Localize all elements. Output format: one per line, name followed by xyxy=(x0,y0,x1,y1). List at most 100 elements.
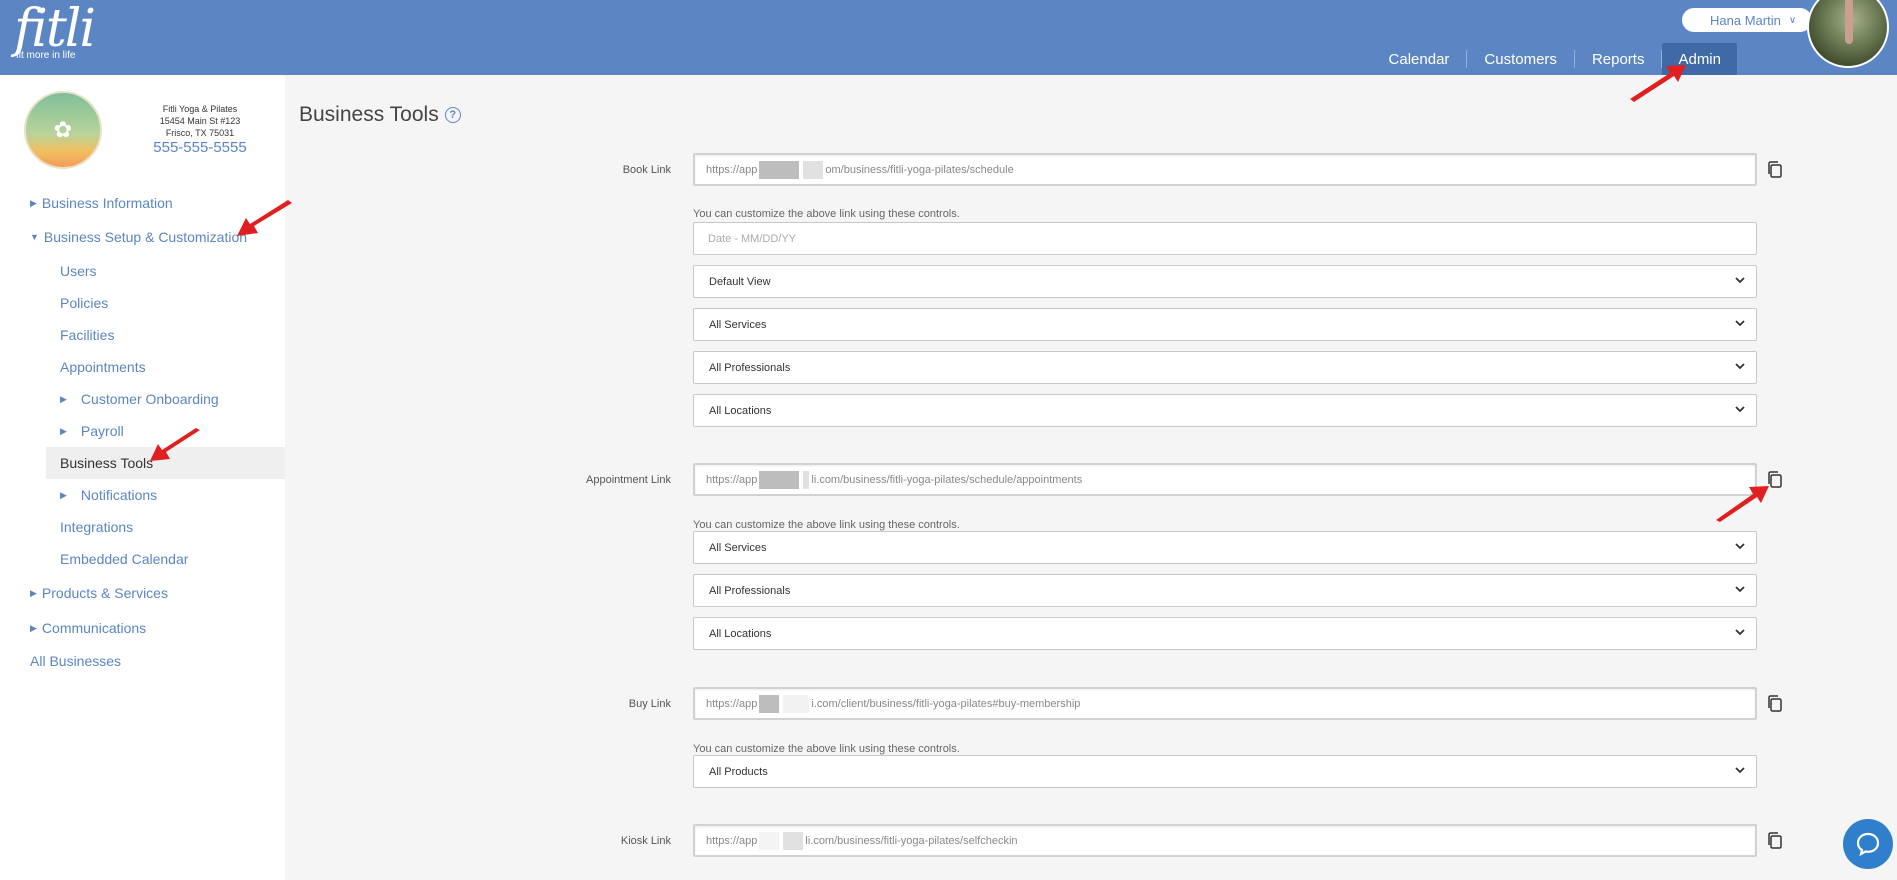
select-value: All Products xyxy=(709,765,768,778)
url-start: https://app xyxy=(706,697,758,710)
appointment-link-field[interactable]: https://app li.com/business/fitli-yoga-pi… xyxy=(693,463,1757,496)
sidebar-item-notifications[interactable]: ▶ Notifications xyxy=(0,479,285,511)
redacted-block xyxy=(803,160,824,179)
kiosk-link-field[interactable]: https://app li.com/business/fitli-yoga-pi… xyxy=(693,824,1757,857)
select-value: Default View xyxy=(709,275,771,288)
appointment-services-select[interactable]: All Services xyxy=(693,531,1757,564)
fitli-logo[interactable]: fitli fit more in life xyxy=(14,3,96,61)
sidebar-item-label: Communications xyxy=(41,620,147,636)
chevron-down-icon xyxy=(1735,586,1745,593)
buy-link-field[interactable]: https://app i.com/client/business/fitli-y… xyxy=(693,687,1757,720)
nav-calendar[interactable]: Calendar xyxy=(1372,50,1468,68)
main-content: Business Tools ? Book Link https://app om… xyxy=(285,75,1897,880)
annotation-arrow-icon xyxy=(150,428,200,461)
caret-right-icon: ▶ xyxy=(60,425,67,436)
chevron-down-icon xyxy=(1735,363,1745,370)
sidebar: ✿ Fitli Yoga & Pilates 15454 Main St #12… xyxy=(0,75,285,880)
sidebar-item-payroll[interactable]: ▶ Payroll xyxy=(0,415,285,447)
address-line2: Frisco, TX 75031 xyxy=(165,128,235,138)
chevron-down-icon xyxy=(1735,767,1745,774)
chevron-down-icon xyxy=(1735,543,1745,550)
book-view-select[interactable]: Default View xyxy=(693,265,1757,298)
copy-icon[interactable] xyxy=(1766,694,1784,714)
appointment-locations-select[interactable]: All Locations xyxy=(693,617,1757,650)
buy-link-label: Buy Link xyxy=(628,698,671,710)
appointment-professionals-select[interactable]: All Professionals xyxy=(693,574,1757,607)
url-start: https://app xyxy=(706,163,758,176)
buy-products-select[interactable]: All Products xyxy=(693,755,1757,788)
user-menu-button[interactable]: Hana Martin ∨ xyxy=(1682,8,1812,32)
sidebar-item-integrations[interactable]: Integrations xyxy=(0,511,285,543)
select-value: All Professionals xyxy=(709,584,791,597)
url-start: https://app xyxy=(706,473,758,486)
url-start: https://app xyxy=(706,834,758,847)
business-name: Fitli Yoga & Pilates xyxy=(162,104,238,114)
sidebar-item-label: Customer Onboarding xyxy=(80,391,219,407)
chat-support-button[interactable] xyxy=(1843,819,1893,869)
page-title: Business Tools ? xyxy=(299,103,461,127)
redacted-block xyxy=(759,470,800,489)
book-link-field[interactable]: https://app om/business/fitli-yoga-pilate… xyxy=(693,153,1757,186)
book-link-hint: You can customize the above link using t… xyxy=(693,208,960,220)
nav-customers[interactable]: Customers xyxy=(1467,50,1575,68)
redacted-block xyxy=(759,694,780,713)
business-address: Fitli Yoga & Pilates 15454 Main St #123 … xyxy=(130,103,270,139)
book-locations-select[interactable]: All Locations xyxy=(693,394,1757,427)
sidebar-item-all-businesses[interactable]: All Businesses xyxy=(0,645,285,677)
select-value: All Professionals xyxy=(709,361,791,374)
annotation-arrow-icon xyxy=(1716,486,1769,522)
sidebar-item-policies[interactable]: Policies xyxy=(0,287,285,319)
sidebar-menu: ▶ Business Information ▼ Business Setup & … xyxy=(0,187,285,677)
annotation-arrow-icon xyxy=(237,200,292,236)
sidebar-item-embedded-calendar[interactable]: Embedded Calendar xyxy=(0,543,285,575)
caret-right-icon: ▶ xyxy=(60,393,67,404)
caret-right-icon: ▶ xyxy=(30,587,37,598)
buy-link-hint: You can customize the above link using t… xyxy=(693,743,960,755)
select-value: All Locations xyxy=(709,627,772,640)
help-icon[interactable]: ? xyxy=(444,107,461,123)
sidebar-item-products-services[interactable]: ▶ Products & Services xyxy=(0,575,285,611)
caret-down-icon: ▼ xyxy=(30,232,39,242)
url-end: i.com/client/business/fitli-yoga-pilates… xyxy=(811,697,1081,710)
sidebar-item-label: Payroll xyxy=(80,423,124,439)
sidebar-item-facilities[interactable]: Facilities xyxy=(0,319,285,351)
chevron-down-icon xyxy=(1735,320,1745,327)
select-value: All Services xyxy=(709,318,767,331)
redacted-block xyxy=(783,831,804,850)
sidebar-item-communications[interactable]: ▶ Communications xyxy=(0,611,285,645)
business-logo: ✿ xyxy=(24,91,102,169)
redacted-block xyxy=(783,694,810,713)
sidebar-item-label: Notifications xyxy=(80,487,158,503)
sidebar-item-appointments[interactable]: Appointments xyxy=(0,351,285,383)
top-header: fitli fit more in life Hana Martin ∨ Cal… xyxy=(0,0,1897,75)
appointment-link-label: Appointment Link xyxy=(586,474,671,486)
page-title-text: Business Tools xyxy=(299,103,439,126)
chevron-down-icon xyxy=(1735,629,1745,636)
sidebar-item-users[interactable]: Users xyxy=(0,255,285,287)
caret-right-icon: ▶ xyxy=(60,489,67,500)
caret-right-icon: ▶ xyxy=(30,622,37,633)
copy-icon[interactable] xyxy=(1766,160,1784,180)
select-value: All Services xyxy=(709,541,767,554)
redacted-block xyxy=(803,470,810,489)
book-services-select[interactable]: All Services xyxy=(693,308,1757,341)
redacted-block xyxy=(759,160,800,179)
business-phone[interactable]: 555-555-5555 xyxy=(130,139,270,156)
book-link-label: Book Link xyxy=(622,164,671,176)
redacted-block xyxy=(759,831,780,850)
book-date-input[interactable]: Date - MM/DD/YY xyxy=(693,222,1757,255)
chevron-down-icon: ∨ xyxy=(1788,14,1797,26)
book-professionals-select[interactable]: All Professionals xyxy=(693,351,1757,384)
select-value: All Locations xyxy=(709,404,772,417)
sidebar-item-customer-onboarding[interactable]: ▶ Customer Onboarding xyxy=(0,383,285,415)
caret-right-icon: ▶ xyxy=(30,197,37,208)
sidebar-item-label: Business Setup & Customization xyxy=(43,229,248,245)
address-line1: 15454 Main St #123 xyxy=(159,116,241,126)
annotation-arrow-icon xyxy=(1630,65,1686,102)
url-end: li.com/business/fitli-yoga-pilates/sched… xyxy=(811,473,1083,486)
kiosk-link-label: Kiosk Link xyxy=(620,835,671,847)
copy-icon[interactable] xyxy=(1766,831,1784,851)
user-name: Hana Martin xyxy=(1710,12,1781,28)
avatar[interactable] xyxy=(1807,0,1889,68)
sidebar-item-label: Business Information xyxy=(41,195,173,211)
